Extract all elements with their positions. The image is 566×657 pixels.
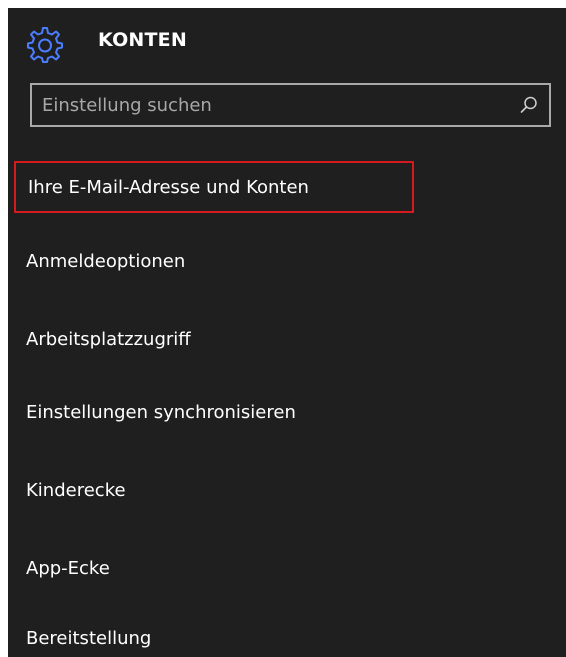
menu-item-email-accounts[interactable]: Ihre E-Mail-Adresse und Konten xyxy=(14,161,414,213)
search-input[interactable] xyxy=(32,85,502,125)
menu-item-label: Arbeitsplatzzugriff xyxy=(26,329,191,350)
menu-item-label: App-Ecke xyxy=(26,558,110,579)
menu-item-work-access[interactable]: Arbeitsplatzzugriff xyxy=(14,315,414,367)
menu-item-label: Kinderecke xyxy=(26,480,126,501)
menu-item-provisioning[interactable]: Bereitstellung xyxy=(14,614,414,657)
page-title: KONTEN xyxy=(98,29,187,51)
search-icon[interactable] xyxy=(519,95,539,115)
gear-icon xyxy=(26,26,64,64)
menu-item-sync-settings[interactable]: Einstellungen synchronisieren xyxy=(14,388,414,440)
menu-item-kids-corner[interactable]: Kinderecke xyxy=(14,466,414,518)
menu-item-label: Bereitstellung xyxy=(26,628,152,649)
menu-item-label: Ihre E-Mail-Adresse und Konten xyxy=(28,177,309,198)
menu-item-label: Anmeldeoptionen xyxy=(26,251,186,272)
menu-item-sign-in-options[interactable]: Anmeldeoptionen xyxy=(14,237,414,289)
header: KONTEN xyxy=(8,8,566,78)
menu-item-label: Einstellungen synchronisieren xyxy=(26,402,296,423)
settings-panel: KONTEN Ihre E-Mail-Adresse und Konten An… xyxy=(8,8,566,657)
search-box[interactable] xyxy=(30,83,551,127)
menu-item-app-corner[interactable]: App-Ecke xyxy=(14,544,414,596)
